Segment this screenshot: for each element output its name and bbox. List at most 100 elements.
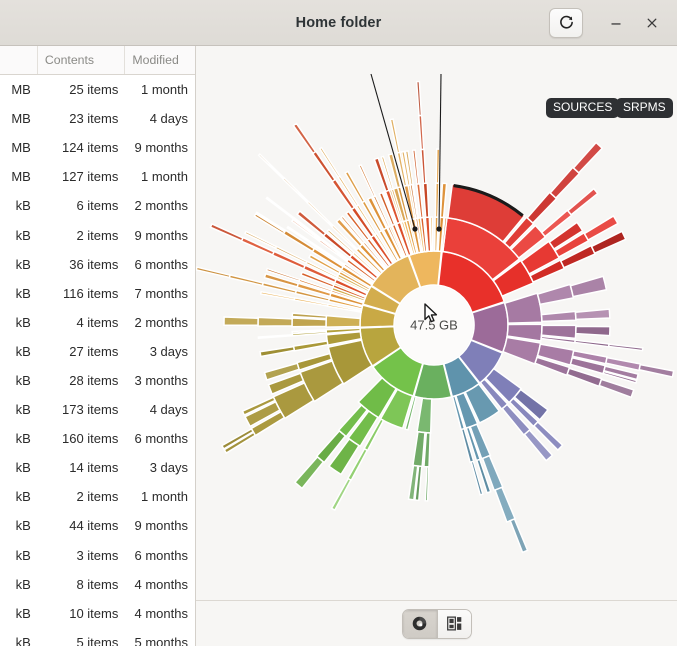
refresh-button[interactable] — [549, 7, 583, 38]
sunburst-segment[interactable] — [259, 290, 296, 301]
table-row[interactable]: kB 28 items 3 months — [0, 366, 195, 395]
view-mode-toggle-group — [401, 608, 472, 639]
sunburst-segment[interactable] — [574, 339, 610, 348]
table-row[interactable]: kB 3 items 6 months — [0, 541, 195, 570]
sunburst-segment[interactable] — [598, 378, 635, 399]
titlebar[interactable]: Home folder — [0, 0, 677, 46]
sunburst-segment[interactable] — [574, 308, 611, 321]
window-controls — [549, 0, 669, 45]
sunburst-segment[interactable] — [292, 122, 317, 155]
cell-contents: 127 items — [61, 169, 119, 185]
sunburst-segment[interactable] — [358, 163, 377, 198]
table-row[interactable]: kB 27 items 3 days — [0, 337, 195, 366]
table-row[interactable]: kB 14 items 3 days — [0, 453, 195, 482]
sunburst-segment[interactable] — [228, 273, 264, 287]
sunburst-segment[interactable] — [223, 316, 259, 327]
cell-size: kB — [15, 547, 31, 563]
sunburst-segment[interactable] — [540, 310, 577, 323]
cell-contents: 173 items — [61, 402, 119, 418]
table-row[interactable]: kB 10 items 4 months — [0, 599, 195, 628]
sunburst-segment[interactable] — [536, 283, 575, 306]
table-row[interactable]: MB 23 items 4 days — [0, 104, 195, 133]
sunburst-segment[interactable] — [494, 486, 517, 523]
table-row[interactable]: kB 4 items 2 months — [0, 308, 195, 337]
sunburst-segment[interactable] — [330, 477, 352, 512]
table-row[interactable]: MB 127 items 1 month — [0, 162, 195, 191]
sunburst-segment[interactable] — [420, 148, 427, 185]
sunburst-segment[interactable] — [509, 517, 529, 554]
sunburst-segment[interactable] — [255, 211, 287, 233]
tooltip-sources: SOURCES — [546, 98, 620, 119]
list-header-row: Contents Modified — [0, 46, 195, 75]
cell-contents: 10 items — [69, 605, 119, 621]
cell-contents: 3 items — [76, 547, 119, 563]
table-row[interactable]: kB 5 items 5 months — [0, 628, 195, 646]
sunburst-segment[interactable] — [422, 182, 430, 219]
sunburst-segment[interactable] — [572, 141, 604, 174]
table-row[interactable]: kB 173 items 4 days — [0, 395, 195, 424]
column-header-contents[interactable]: Contents — [38, 46, 126, 74]
sunburst-segment[interactable] — [265, 196, 296, 220]
cell-modified: 9 months — [134, 227, 188, 243]
sunburst-segment[interactable] — [503, 292, 543, 324]
sunburst-segment[interactable] — [325, 314, 362, 328]
sunburst-segment[interactable] — [281, 176, 310, 204]
cell-size: kB — [15, 576, 31, 592]
sunburst-segment[interactable] — [291, 317, 327, 328]
sunburst-segment[interactable] — [502, 336, 542, 365]
sunburst-segment[interactable] — [439, 182, 448, 219]
sunburst-view-button[interactable] — [402, 609, 437, 638]
sunburst-segment[interactable] — [424, 466, 430, 502]
table-row[interactable]: MB 124 items 9 months — [0, 133, 195, 162]
sunburst-segment[interactable] — [411, 149, 420, 185]
cell-contents: 116 items — [62, 285, 119, 301]
sunburst-segment[interactable] — [257, 153, 286, 180]
cell-size: MB — [11, 82, 31, 98]
cell-modified: 2 months — [134, 314, 188, 330]
minimize-button[interactable] — [599, 8, 633, 38]
table-row[interactable]: kB 44 items 9 months — [0, 511, 195, 540]
table-row[interactable]: kB 8 items 4 months — [0, 570, 195, 599]
column-header-size[interactable] — [0, 46, 38, 74]
sunburst-segment[interactable] — [566, 187, 599, 216]
sunburst-segment[interactable] — [259, 345, 296, 358]
cell-contents: 36 items — [69, 256, 119, 272]
sunburst-segment[interactable] — [434, 216, 439, 252]
sunburst-segment[interactable] — [607, 343, 644, 352]
column-header-modified[interactable]: Modified — [125, 46, 195, 74]
sunburst-segment[interactable] — [253, 212, 286, 235]
sunburst-segment[interactable] — [416, 397, 433, 434]
sunburst-segment[interactable] — [415, 80, 423, 117]
sunburst-segment[interactable] — [429, 216, 434, 252]
cell-modified: 9 months — [134, 518, 188, 534]
sunburst-segment[interactable] — [412, 430, 426, 468]
sunburst-segment[interactable] — [574, 325, 611, 337]
sunburst-chart-area[interactable]: 47.5 GB SOURCES SRPMS — [196, 46, 677, 600]
sunburst-segment[interactable] — [638, 363, 675, 378]
cell-modified: 2 months — [134, 198, 188, 214]
sunburst-segment[interactable] — [292, 340, 329, 352]
table-row[interactable]: kB 36 items 6 months — [0, 250, 195, 279]
sunburst-segment[interactable] — [569, 275, 608, 298]
cell-modified: 6 months — [134, 431, 188, 447]
sunburst-segment[interactable] — [417, 114, 425, 151]
sunburst-segment[interactable] — [434, 182, 440, 218]
sunburst-segment[interactable] — [257, 333, 294, 340]
sunburst-segment[interactable] — [257, 316, 293, 327]
table-row[interactable]: kB 2 items 9 months — [0, 220, 195, 249]
close-button[interactable] — [635, 8, 669, 38]
sunburst-segment[interactable] — [549, 166, 581, 200]
table-row[interactable]: kB 160 items 6 months — [0, 424, 195, 453]
sunburst-segment[interactable] — [209, 222, 244, 242]
table-row[interactable]: kB 6 items 2 months — [0, 191, 195, 220]
sunburst-segment[interactable] — [196, 266, 231, 279]
file-list-rows: MB 25 items 1 month MB 23 items 4 days MB 124 i… — [0, 75, 195, 646]
sunburst-segment[interactable] — [526, 191, 558, 225]
treemap-view-button[interactable] — [436, 609, 471, 638]
table-row[interactable]: kB 2 items 1 month — [0, 482, 195, 511]
file-list-panel[interactable]: Contents Modified MB 25 items 1 month MB 23 … — [0, 46, 196, 646]
table-row[interactable]: kB 116 items 7 months — [0, 279, 195, 308]
table-row[interactable]: MB 25 items 1 month — [0, 75, 195, 104]
cell-size: kB — [15, 285, 31, 301]
sunburst-segment[interactable] — [293, 455, 325, 490]
